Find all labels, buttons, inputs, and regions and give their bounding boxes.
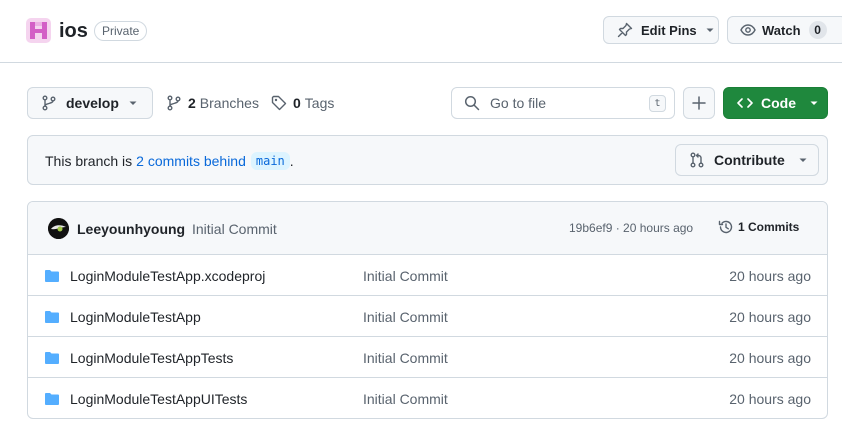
watch-count: 0 <box>808 21 827 39</box>
repo-header: ios Private Edit Pins Watch 0 <box>0 0 842 63</box>
commits-history-link[interactable]: 1 Commits <box>718 219 799 235</box>
commit-message[interactable]: Initial Commit <box>192 221 277 237</box>
chevron-down-icon <box>799 156 807 164</box>
commit-hash-time[interactable]: 19b6ef9 · 20 hours ago <box>569 221 693 235</box>
commits-label: 1 Commits <box>738 220 800 234</box>
branch-name: develop <box>66 95 119 111</box>
visibility-badge: Private <box>94 21 148 41</box>
pin-icon <box>617 22 633 38</box>
file-table: Leeyounhyoung Initial Commit 19b6ef9 · 2… <box>27 201 828 419</box>
author-avatar[interactable] <box>48 218 69 239</box>
search-placeholder: Go to file <box>490 95 547 111</box>
tags-count: 0 <box>293 95 301 111</box>
file-age: 20 hours ago <box>729 268 811 284</box>
file-row[interactable]: LoginModuleTestAppTests Initial Commit 2… <box>28 337 827 378</box>
plus-icon <box>691 95 707 111</box>
file-age: 20 hours ago <box>729 309 811 325</box>
branches-count: 2 <box>188 95 196 111</box>
folder-icon <box>44 309 60 325</box>
chevron-down-icon <box>810 99 818 107</box>
code-button[interactable]: Code <box>723 87 828 119</box>
edit-pins-label: Edit Pins <box>641 22 697 38</box>
add-file-button[interactable] <box>683 87 715 119</box>
file-row[interactable]: LoginModuleTestApp Initial Commit 20 hou… <box>28 296 827 337</box>
folder-icon <box>44 268 60 284</box>
search-icon <box>464 95 480 111</box>
folder-icon <box>44 391 60 407</box>
branches-link[interactable]: 2 Branches <box>166 94 259 112</box>
go-to-file-input[interactable]: Go to file t <box>451 87 675 119</box>
tags-label: Tags <box>304 95 335 111</box>
tag-icon <box>271 95 287 111</box>
file-commit-message[interactable]: Initial Commit <box>363 309 448 325</box>
status-prefix: This branch is <box>45 153 133 169</box>
pull-request-icon <box>689 152 705 168</box>
watch-button[interactable]: Watch 0 <box>727 16 842 44</box>
file-row[interactable]: LoginModuleTestApp.xcodeproj Initial Com… <box>28 255 827 296</box>
file-name[interactable]: LoginModuleTestApp <box>70 309 201 325</box>
commit-author[interactable]: Leeyounhyoung <box>77 221 185 237</box>
git-branch-icon <box>166 95 182 111</box>
file-age: 20 hours ago <box>729 350 811 366</box>
status-suffix: . <box>289 153 294 169</box>
search-shortcut-key: t <box>649 94 666 112</box>
contribute-label: Contribute <box>714 152 785 168</box>
repo-avatar[interactable] <box>26 18 51 43</box>
git-branch-icon <box>41 95 57 111</box>
tags-link[interactable]: 0 Tags <box>271 94 334 112</box>
commits-behind-link[interactable]: 2 commits behind <box>136 153 246 169</box>
history-icon <box>718 219 734 235</box>
branch-status-banner: This branch is 2 commits behind main . C… <box>27 135 828 185</box>
eye-icon <box>740 22 756 38</box>
file-commit-message[interactable]: Initial Commit <box>363 350 448 366</box>
branches-label: Branches <box>199 95 259 111</box>
chevron-down-icon <box>129 99 137 107</box>
base-branch-chip[interactable]: main <box>250 152 290 170</box>
file-commit-message[interactable]: Initial Commit <box>363 391 448 407</box>
file-commit-message[interactable]: Initial Commit <box>363 268 448 284</box>
latest-commit-header: Leeyounhyoung Initial Commit 19b6ef9 · 2… <box>28 202 827 255</box>
file-name[interactable]: LoginModuleTestApp.xcodeproj <box>70 268 265 284</box>
watch-label: Watch <box>762 22 801 38</box>
folder-icon <box>44 350 60 366</box>
code-label: Code <box>761 95 796 111</box>
file-age: 20 hours ago <box>729 391 811 407</box>
contribute-button[interactable]: Contribute <box>675 144 819 176</box>
branch-selector-button[interactable]: develop <box>27 87 153 119</box>
file-name[interactable]: LoginModuleTestAppTests <box>70 350 233 366</box>
file-name[interactable]: LoginModuleTestAppUITests <box>70 391 247 407</box>
edit-pins-button[interactable]: Edit Pins <box>603 16 719 44</box>
code-icon <box>737 95 753 111</box>
repo-name[interactable]: ios <box>59 19 88 43</box>
branch-status-text: This branch is 2 commits behind main . <box>45 152 294 170</box>
chevron-down-icon <box>706 26 714 34</box>
file-row[interactable]: LoginModuleTestAppUITests Initial Commit… <box>28 378 827 418</box>
